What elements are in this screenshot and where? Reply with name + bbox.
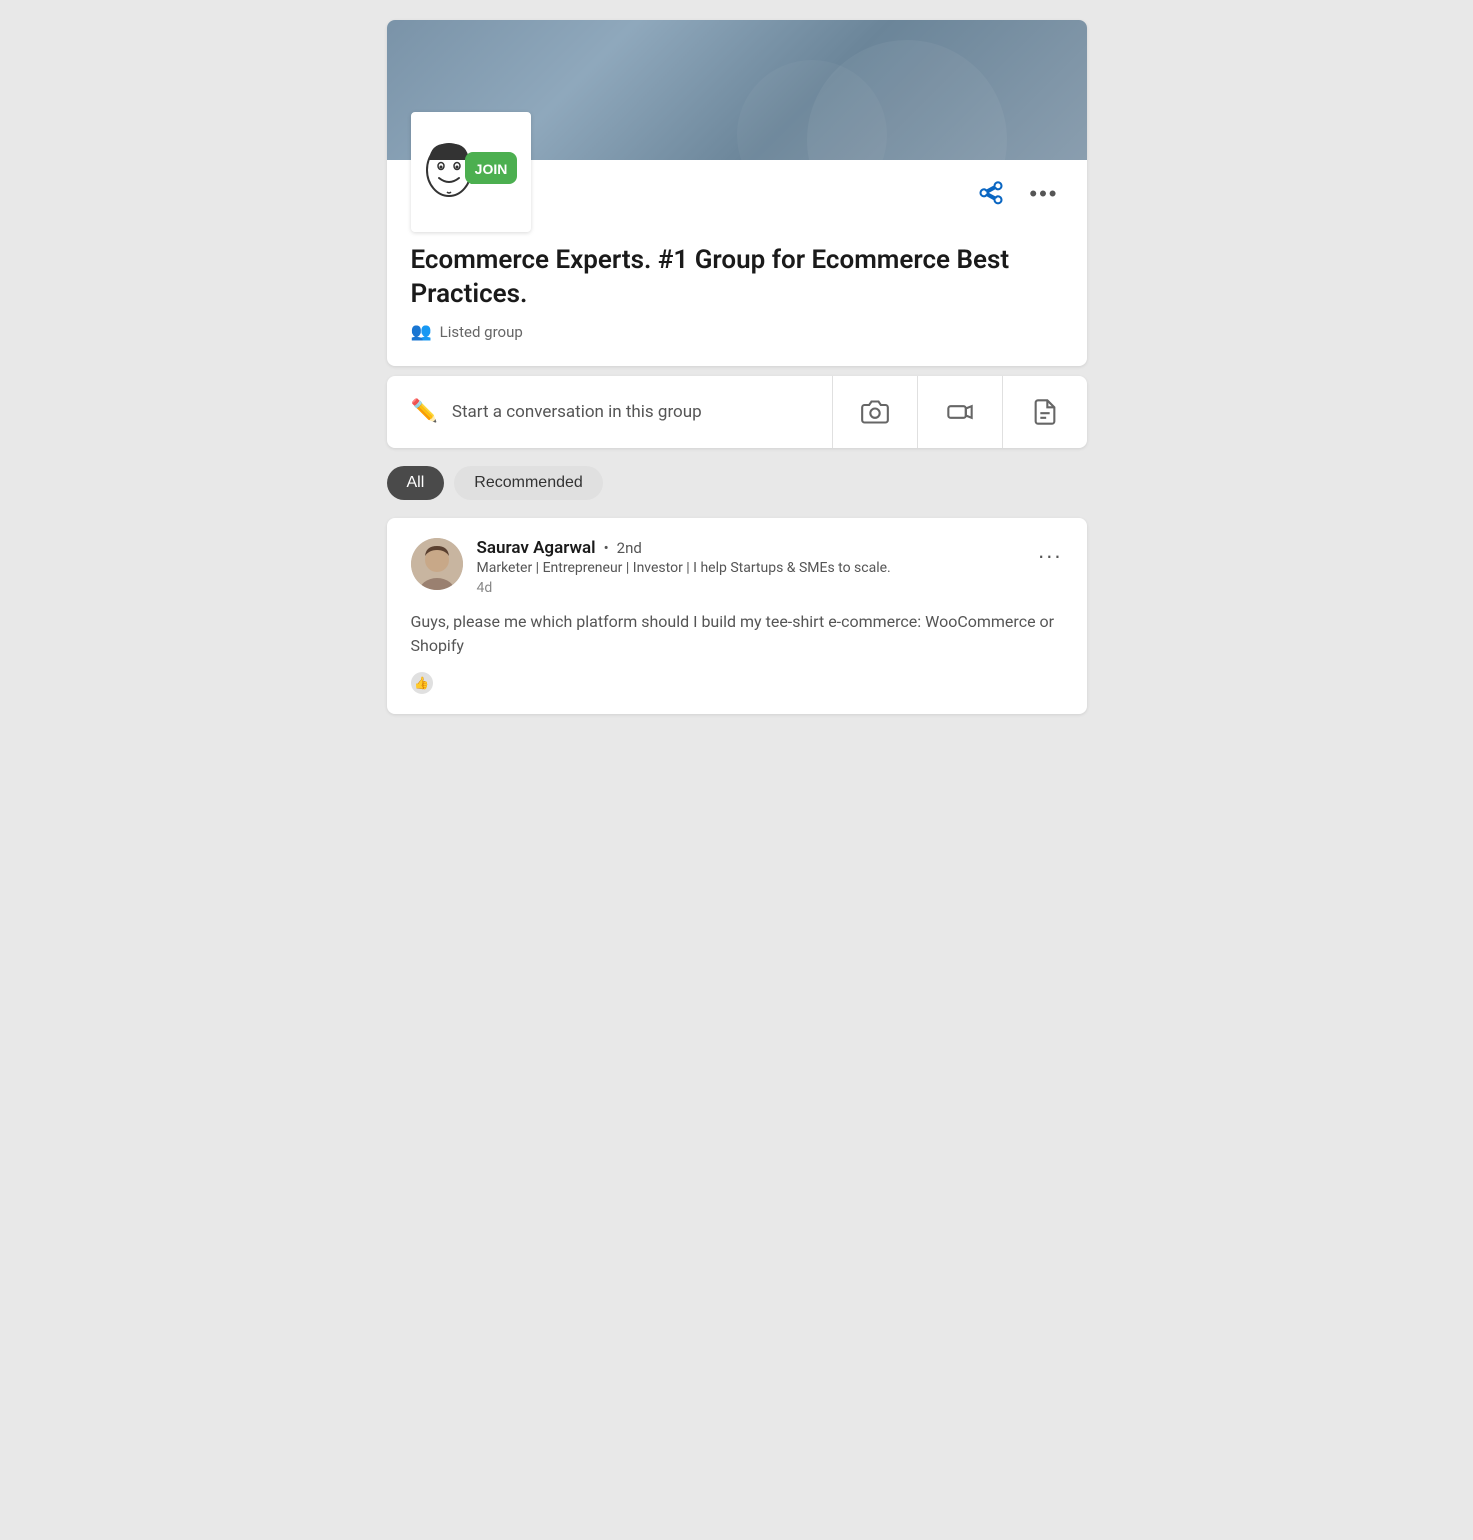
pencil-icon: ✏️	[411, 399, 438, 424]
page-container: JOIN ••• Ecommerce Experts. #1 Group for…	[387, 20, 1087, 1520]
more-options-button[interactable]: •••	[1025, 179, 1062, 209]
post-time: 4d	[477, 580, 891, 596]
document-upload-button[interactable]	[1003, 376, 1087, 448]
author-name: Saurav Agarwal	[477, 538, 596, 558]
share-icon	[977, 180, 1005, 208]
avatar-svg	[411, 538, 463, 590]
camera-icon	[861, 398, 889, 426]
author-degree: •	[604, 539, 609, 557]
author-tagline: Marketer | Entrepreneur | Investor | I h…	[477, 560, 891, 576]
filter-row: All Recommended	[387, 458, 1087, 508]
post-header: Saurav Agarwal • 2nd Marketer | Entrepre…	[411, 538, 1063, 596]
composer-text-area[interactable]: ✏️ Start a conversation in this group	[387, 376, 833, 448]
post-card: Saurav Agarwal • 2nd Marketer | Entrepre…	[387, 518, 1087, 714]
composer-row: ✏️ Start a conversation in this group	[387, 376, 1087, 448]
reaction-icon: 👍	[411, 672, 433, 694]
post-content: Guys, please me which platform should I …	[411, 610, 1063, 658]
avatar	[411, 538, 463, 590]
author-connection-degree: 2nd	[617, 539, 642, 557]
post-footer: 👍	[411, 672, 1063, 694]
group-logo-svg: JOIN	[421, 132, 521, 212]
filter-all-tab[interactable]: All	[387, 466, 445, 500]
people-icon: 👥	[411, 322, 432, 342]
share-button[interactable]	[973, 176, 1009, 212]
author-name-row: Saurav Agarwal • 2nd	[477, 538, 891, 558]
group-header-body: JOIN ••• Ecommerce Experts. #1 Group for…	[387, 160, 1087, 366]
post-more-dots-icon: ...	[1038, 538, 1062, 563]
composer-card: ✏️ Start a conversation in this group	[387, 376, 1087, 448]
post-more-options-button[interactable]: ...	[1038, 538, 1062, 564]
more-dots-icon: •••	[1029, 183, 1058, 205]
svg-text:JOIN: JOIN	[474, 161, 507, 177]
post-author-section: Saurav Agarwal • 2nd Marketer | Entrepre…	[411, 538, 891, 596]
group-meta: 👥 Listed group	[411, 322, 1063, 342]
video-icon	[946, 398, 974, 426]
document-icon	[1031, 398, 1059, 426]
group-logo-wrapper: JOIN	[411, 112, 531, 232]
group-type: Listed group	[440, 323, 523, 341]
group-header-card: JOIN ••• Ecommerce Experts. #1 Group for…	[387, 20, 1087, 366]
filter-recommended-tab[interactable]: Recommended	[454, 466, 603, 500]
photo-upload-button[interactable]	[833, 376, 918, 448]
group-logo: JOIN	[411, 112, 531, 232]
composer-placeholder: Start a conversation in this group	[452, 402, 702, 422]
video-upload-button[interactable]	[918, 376, 1003, 448]
group-header-actions: •••	[973, 176, 1062, 212]
author-info: Saurav Agarwal • 2nd Marketer | Entrepre…	[477, 538, 891, 596]
group-title: Ecommerce Experts. #1 Group for Ecommerc…	[411, 244, 1063, 312]
